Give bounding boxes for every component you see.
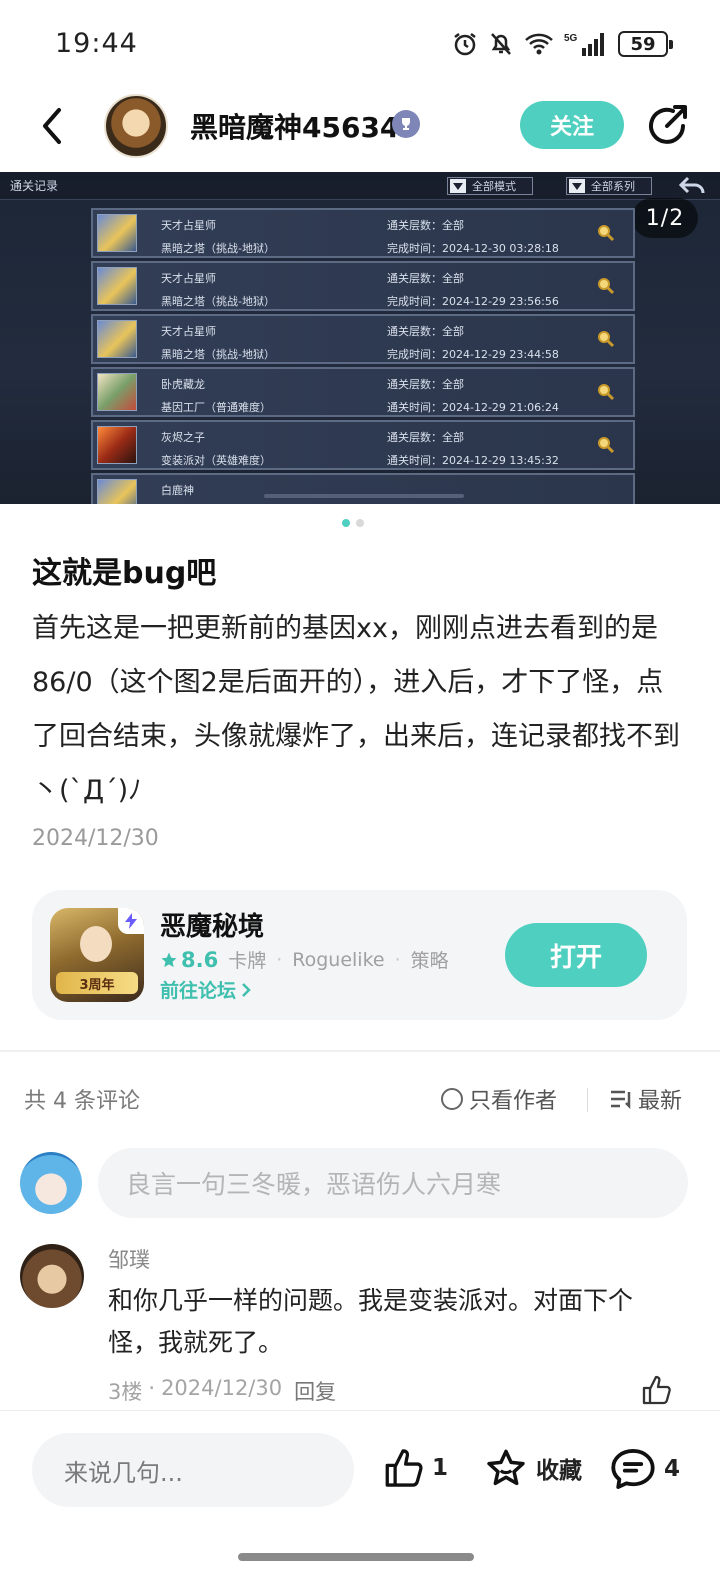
image-filter-mode: 全部模式 [447, 177, 533, 195]
comments-button[interactable]: 4 [610, 1447, 680, 1491]
post-title: 这就是bug吧 [32, 556, 217, 591]
svg-text:5G: 5G [564, 33, 578, 44]
commenter-name[interactable]: 邹璞 [108, 1244, 150, 1274]
share-icon [649, 105, 687, 144]
game-app-meta: 8.6 卡牌 · Roguelike · 策略 [160, 946, 449, 973]
only-author-toggle[interactable]: 只看作者 [441, 1083, 557, 1115]
comment-date: 2024/12/30 [161, 1376, 283, 1400]
image-filter-series: 全部系列 [566, 177, 652, 195]
game-rating: 8.6 [160, 948, 218, 972]
trophy-badge-icon [392, 110, 420, 138]
follow-button[interactable]: 关注 [520, 101, 624, 149]
game-app-card[interactable]: 3周年 恶魔秘境 8.6 卡牌 · Roguelike · 策略 前往论坛 打开 [32, 890, 687, 1020]
carousel-dots [342, 519, 364, 527]
carousel-dot[interactable] [356, 519, 364, 527]
wifi-icon [525, 33, 553, 55]
open-app-button[interactable]: 打开 [505, 923, 647, 987]
author-name[interactable]: 黑暗魔神45634 [190, 106, 399, 146]
magnifier-icon [598, 331, 615, 348]
sort-newest-button[interactable]: 最新 [610, 1083, 682, 1115]
status-bar: 19:44 5G 59 [0, 0, 720, 88]
thumbs-up-icon [642, 1375, 671, 1405]
like-button[interactable]: 1 [382, 1447, 448, 1489]
my-avatar [20, 1152, 82, 1214]
record-thumbnail [97, 373, 137, 411]
comment-bubble-icon [611, 1449, 655, 1489]
battery-indicator: 59 [618, 31, 673, 57]
carousel-dot-active[interactable] [342, 519, 350, 527]
comment-meta: 3楼 · 2024/12/30 回复 [108, 1376, 337, 1406]
magnifier-icon [598, 278, 615, 295]
game-app-icon-label: 3周年 [56, 972, 138, 994]
star-outline-icon [487, 1449, 525, 1486]
thumbs-up-icon [385, 1449, 423, 1487]
forum-link[interactable]: 前往论坛 [160, 976, 252, 1003]
reply-input[interactable]: 来说几句... [32, 1433, 354, 1507]
alarm-icon [454, 33, 476, 56]
game-tag: Roguelike [292, 948, 385, 971]
comment-floor: 3楼 [108, 1380, 143, 1404]
record-row: 天才占星师 黑暗之塔（挑战-地狱） 通关层数：全部 完成时间：2024-12-30 … [91, 208, 635, 258]
record-thumbnail [97, 214, 137, 252]
status-time: 19:44 [55, 28, 138, 59]
share-button[interactable] [645, 102, 691, 148]
section-divider [0, 1050, 720, 1052]
comment-like-button[interactable] [640, 1374, 672, 1406]
sort-icon [611, 1090, 631, 1109]
lightning-badge-icon [118, 908, 144, 934]
image-return-icon [678, 176, 705, 194]
home-indicator[interactable] [238, 1553, 474, 1561]
record-thumbnail [97, 426, 137, 464]
game-tag: 策略 [410, 950, 449, 972]
record-row: 天才占星师 黑暗之塔（挑战-地狱） 通关层数：全部 完成时间：2024-12-29 … [91, 314, 635, 364]
divider [587, 1088, 588, 1112]
back-button[interactable] [32, 104, 72, 148]
comment-text: 和你几乎一样的问题。我是变装派对。对面下个怪，我就死了。 [108, 1286, 634, 1357]
image-scrollbar [264, 494, 464, 498]
status-icons: 5G 59 [452, 30, 673, 58]
game-app-name: 恶魔秘境 [160, 912, 265, 942]
post-date: 2024/12/30 [32, 826, 159, 851]
mute-bell-icon [491, 33, 511, 55]
star-icon [161, 952, 177, 967]
back-arrow-icon [43, 108, 61, 144]
record-list: 天才占星师 黑暗之塔（挑战-地狱） 通关层数：全部 完成时间：2024-12-30 … [91, 208, 635, 504]
game-tag: 卡牌 [228, 950, 267, 972]
favorite-button[interactable]: 收藏 [484, 1447, 582, 1489]
record-thumbnail [97, 267, 137, 305]
comments-count: 共 4 条评论 [24, 1089, 140, 1114]
magnifier-icon [598, 225, 615, 242]
image-page-counter: 1/2 [632, 198, 698, 238]
game-app-icon[interactable]: 3周年 [50, 908, 144, 1002]
record-row: 卧虎藏龙 基因工厂（普通难度） 通关层数：全部 通关时间：2024-12-29 21… [91, 367, 635, 417]
commenter-avatar[interactable] [20, 1244, 84, 1308]
signal-5g-icon: 5G [564, 33, 604, 56]
record-thumbnail [97, 320, 137, 358]
record-row: 天才占星师 黑暗之塔（挑战-地狱） 通关层数：全部 完成时间：2024-12-29 … [91, 261, 635, 311]
magnifier-icon [598, 437, 615, 454]
magnifier-icon [598, 384, 615, 401]
record-row: 白鹿神 [91, 473, 635, 504]
record-thumbnail [97, 479, 137, 504]
image-topbar: 通关记录 全部模式 全部系列 [0, 172, 720, 200]
reply-button[interactable]: 回复 [294, 1376, 336, 1406]
bottom-action-bar: 来说几句... 1 收藏 4 [0, 1410, 720, 1595]
chevron-right-icon [242, 982, 251, 997]
comment-input[interactable]: 良言一句三冬暖，恶语伤人六月寒 [98, 1148, 688, 1218]
post-body: 首先这是一把更新前的基因xx，刚刚点进去看到的是86/0（这个图2是后面开的），… [32, 613, 680, 806]
post-header: 黑暗魔神45634 关注 [0, 88, 720, 172]
record-row: 灰烬之子 变装派对（英雄难度） 通关层数：全部 通关时间：2024-12-29 13… [91, 420, 635, 470]
author-avatar[interactable] [104, 94, 168, 158]
image-panel-title: 通关记录 [10, 179, 59, 193]
post-image-carousel[interactable]: 通关记录 全部模式 全部系列 1/2 天才占星师 黑暗之塔（挑战-地狱） 通关层数… [0, 172, 720, 504]
radio-icon [441, 1088, 463, 1110]
